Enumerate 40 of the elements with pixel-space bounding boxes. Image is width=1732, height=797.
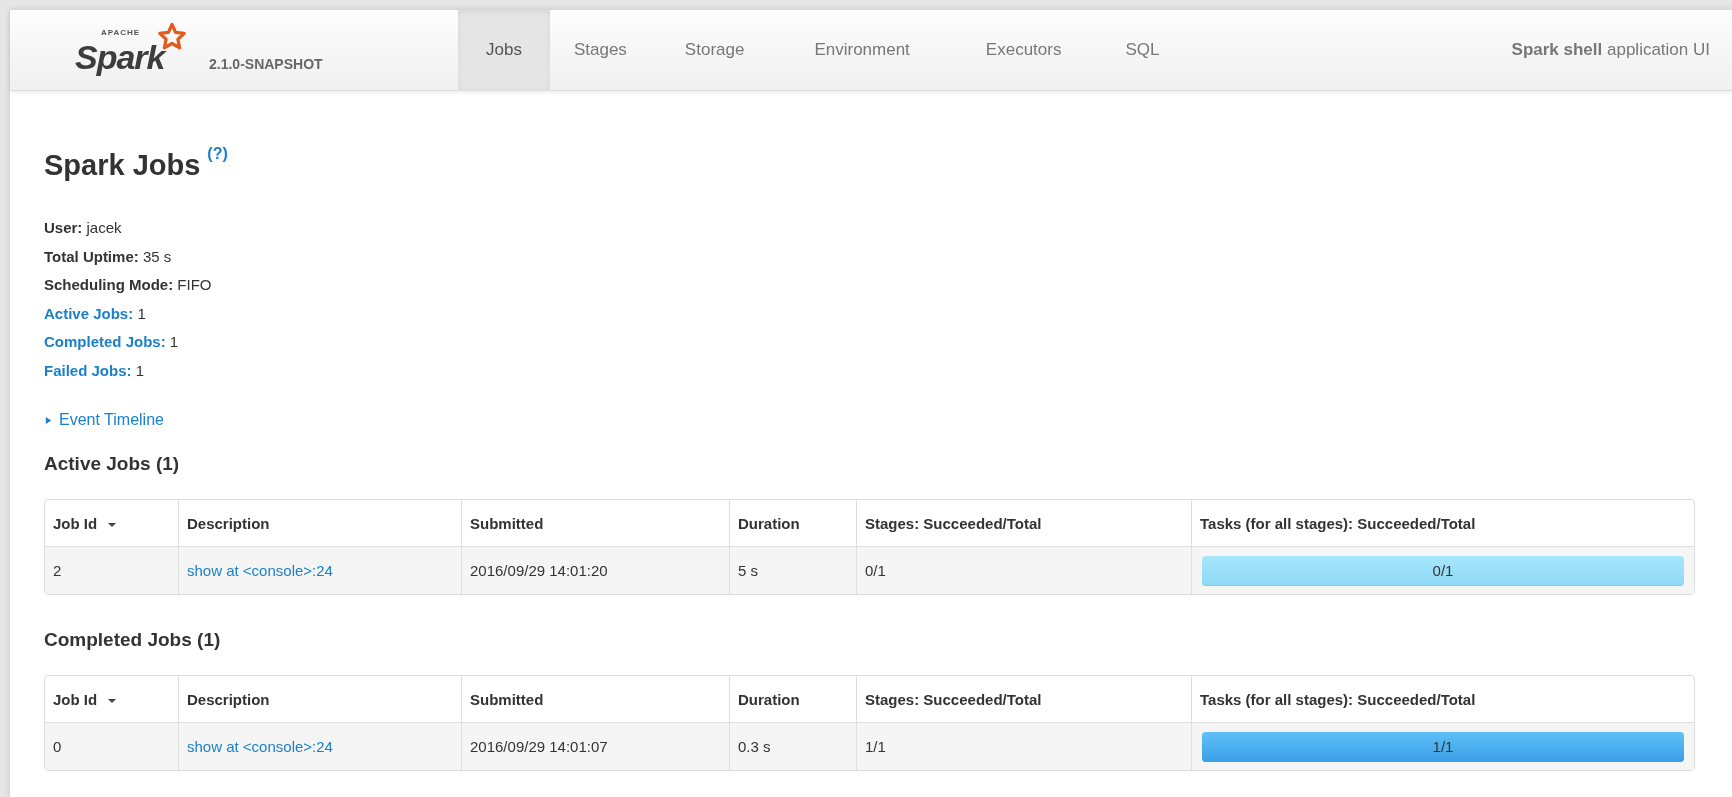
table-cell: 5 s	[729, 547, 856, 594]
table-cell: 0.3 s	[729, 723, 856, 770]
table-cell: 1/1	[856, 723, 1191, 770]
info-label: User:	[44, 219, 83, 236]
info-value: jacek	[86, 219, 122, 236]
info-label: Scheduling Mode:	[44, 276, 174, 293]
nav-tab[interactable]: SQL	[1101, 10, 1184, 90]
info-value: 1	[135, 361, 145, 379]
spark-logo[interactable]: APACHE Spark	[75, 22, 205, 78]
nav-tab[interactable]: Environment	[778, 10, 946, 90]
info-link[interactable]: Completed Jobs:	[44, 333, 166, 350]
sort-caret-icon	[107, 697, 118, 704]
section-heading: Completed Jobs (1)	[44, 629, 222, 651]
version-label: 2.1.0-SNAPSHOT	[209, 56, 323, 74]
page-title: Spark Jobs	[44, 149, 201, 182]
info-link[interactable]: Failed Jobs:	[44, 361, 132, 379]
table-cell: 0	[45, 723, 178, 770]
info-label: Total Uptime:	[44, 247, 139, 265]
info-link[interactable]: Active Jobs:	[44, 304, 134, 322]
table-cell: 2016/09/29 14:01:20	[461, 547, 729, 594]
info-value: 1	[169, 333, 179, 350]
info-value: 1	[137, 304, 146, 322]
application-title: Spark shell application UI	[1511, 40, 1710, 60]
nav-tab[interactable]: Executors	[945, 10, 1102, 90]
nav-tab[interactable]: Jobs	[458, 10, 550, 90]
progress-label: 0/1	[1431, 560, 1455, 581]
table-cell: 2016/09/29 14:01:07	[461, 723, 729, 770]
help-link[interactable]: (?)	[207, 145, 228, 163]
nav-tab[interactable]: Stages	[549, 10, 651, 90]
job-description-link[interactable]: show at <console>:24	[187, 562, 333, 579]
table-cell: 0/1	[856, 547, 1191, 594]
job-description-link[interactable]: show at <console>:24	[187, 738, 333, 755]
nav-tab[interactable]: Storage	[650, 10, 779, 90]
progress-label: 1/1	[1431, 736, 1455, 757]
info-value: 35 s	[142, 247, 172, 265]
table-cell: 2	[45, 547, 178, 594]
info-value: FIFO	[177, 276, 212, 293]
sort-caret-icon	[107, 521, 118, 528]
section-heading: Active Jobs (1)	[44, 453, 181, 475]
event-timeline-toggle[interactable]: Event Timeline	[44, 411, 164, 429]
